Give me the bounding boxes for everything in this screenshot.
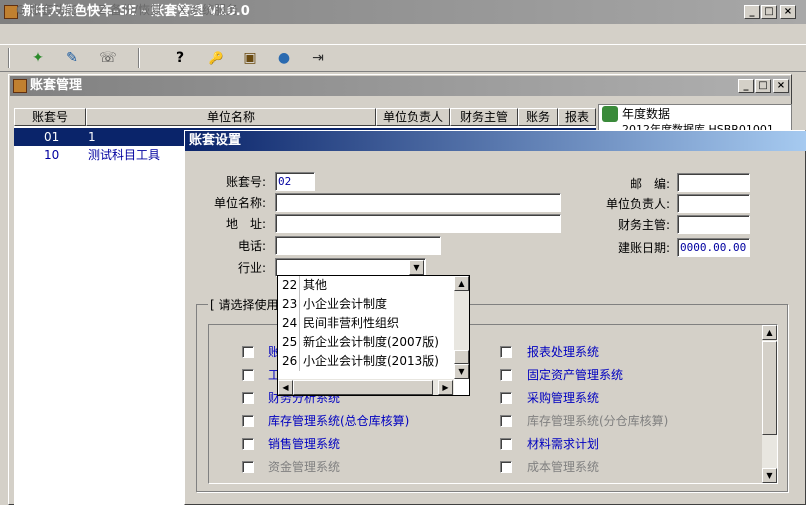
scroll-left-icon[interactable]: ◀ [278, 380, 293, 395]
module-checkbox[interactable] [500, 392, 512, 404]
module-checkbox[interactable] [500, 438, 512, 450]
module-label[interactable]: 库存管理系统(总仓库核算) [268, 413, 409, 429]
dialog-title: 账套设置 [189, 133, 242, 148]
scroll-down-icon[interactable]: ▼ [762, 468, 777, 483]
child-maximize-button[interactable]: □ [755, 79, 771, 93]
module-label[interactable]: 采购管理系统 [527, 390, 599, 406]
finance-label: 财务主管: [617, 218, 670, 232]
dropdown-option[interactable]: 23 小企业会计制度 [278, 295, 454, 314]
finance-input[interactable] [677, 215, 750, 234]
module-label[interactable]: 成本管理系统 [527, 459, 599, 475]
toolbar [0, 44, 806, 72]
module-label[interactable]: 库存管理系统(分仓库核算) [527, 413, 668, 429]
child-window-icon [13, 79, 27, 93]
address-label: 地 址: [225, 217, 266, 231]
module-checkbox[interactable] [500, 461, 512, 473]
code-label: 账套号: [225, 175, 266, 189]
row-name: 测试科目工具 [88, 148, 161, 162]
toolbar-separator [138, 48, 140, 68]
menu-backup-restore[interactable]: Z.备份/恢复 [98, 2, 162, 18]
postcode-label: 邮 编: [629, 177, 670, 191]
dropdown-option[interactable]: 25 新企业会计制度(2007版) [278, 333, 454, 352]
handshake-icon[interactable]: ☏ [96, 47, 120, 69]
row-code: 01 [44, 130, 60, 144]
module-label[interactable]: 销售管理系统 [268, 436, 340, 452]
module-checkbox[interactable] [242, 369, 254, 381]
child-minimize-button[interactable]: _ [738, 79, 754, 93]
code-input[interactable]: 02 [275, 172, 315, 191]
exit-icon[interactable]: ⇥ [306, 47, 330, 69]
postcode-input[interactable] [677, 173, 750, 192]
edit-icon[interactable]: ✎ [60, 47, 84, 69]
module-group-label: [ 请选择使用 [208, 297, 281, 313]
scroll-down-icon[interactable]: ▼ [454, 364, 469, 379]
module-checkbox[interactable] [500, 346, 512, 358]
module-checkbox[interactable] [500, 369, 512, 381]
module-label[interactable]: 材料需求计划 [527, 436, 599, 452]
close-button[interactable]: × [780, 5, 796, 19]
unit-name-label: 单位名称: [213, 196, 266, 210]
column-header-unit-name[interactable]: 单位名称 [86, 108, 376, 126]
column-header-manager[interactable]: 单位负责人 [376, 108, 450, 126]
key-icon[interactable]: 🔑 [204, 47, 228, 69]
new-icon[interactable]: ✦ [26, 47, 50, 69]
dropdown-option[interactable]: 26 小企业会计制度(2013版) [278, 352, 454, 371]
column-header-accounting[interactable]: 账务 [518, 108, 558, 126]
child-title: 账套管理 [30, 78, 83, 93]
module-checkbox[interactable] [500, 415, 512, 427]
row-name: 1 [88, 130, 96, 144]
chevron-down-icon[interactable]: ▼ [409, 260, 424, 275]
module-checkbox[interactable] [242, 461, 254, 473]
module-checkbox[interactable] [242, 415, 254, 427]
manager-input[interactable] [677, 194, 750, 213]
tree-icon [602, 106, 618, 122]
dropdown-option[interactable]: 22 其他 [278, 276, 454, 295]
module-checkbox[interactable] [242, 438, 254, 450]
column-header-finance[interactable]: 财务主管 [450, 108, 518, 126]
minimize-button[interactable]: _ [744, 5, 760, 19]
manager-label: 单位负责人: [605, 197, 670, 211]
scroll-thumb[interactable] [293, 380, 433, 395]
help-icon[interactable]: ? [168, 47, 192, 69]
film-icon[interactable]: ▣ [238, 47, 262, 69]
date-input[interactable]: 0000.00.00 [677, 238, 750, 257]
phone-input[interactable] [275, 236, 441, 255]
module-checkbox[interactable] [242, 346, 254, 358]
scroll-up-icon[interactable]: ▲ [454, 276, 469, 291]
column-header-code[interactable]: 账套号 [14, 108, 86, 126]
module-label[interactable]: 资金管理系统 [268, 459, 340, 475]
scroll-thumb[interactable] [762, 341, 777, 435]
toolbar-separator [8, 48, 10, 68]
phone-label: 电话: [237, 239, 266, 253]
unit-name-input[interactable] [275, 193, 561, 212]
child-title-bar: 账套管理 [10, 76, 790, 96]
industry-label: 行业: [237, 261, 266, 275]
menu-account-functions[interactable]: G.账套功能 [16, 2, 77, 18]
dialog-title-bar: 账套设置 [185, 131, 806, 151]
column-header-reports[interactable]: 报表 [558, 108, 596, 126]
globe-icon[interactable]: ● [272, 47, 296, 69]
menu-system-services[interactable]: X.系统服务 [178, 2, 238, 18]
scroll-right-icon[interactable]: ▶ [438, 380, 453, 395]
scroll-up-icon[interactable]: ▲ [762, 325, 777, 340]
maximize-button[interactable]: □ [761, 5, 777, 19]
module-label[interactable]: 报表处理系统 [527, 344, 599, 360]
dropdown-option[interactable]: 24 民间非营利性组织 [278, 314, 454, 333]
child-close-button[interactable]: × [773, 79, 789, 93]
menu-bar [0, 24, 806, 44]
module-label[interactable]: 固定资产管理系统 [527, 367, 623, 383]
year-data-header[interactable]: 年度数据 [622, 106, 670, 122]
scroll-thumb[interactable] [454, 350, 469, 364]
module-checkbox[interactable] [242, 392, 254, 404]
row-code: 10 [44, 148, 60, 162]
address-input[interactable] [275, 214, 561, 233]
date-label: 建账日期: [617, 241, 670, 255]
